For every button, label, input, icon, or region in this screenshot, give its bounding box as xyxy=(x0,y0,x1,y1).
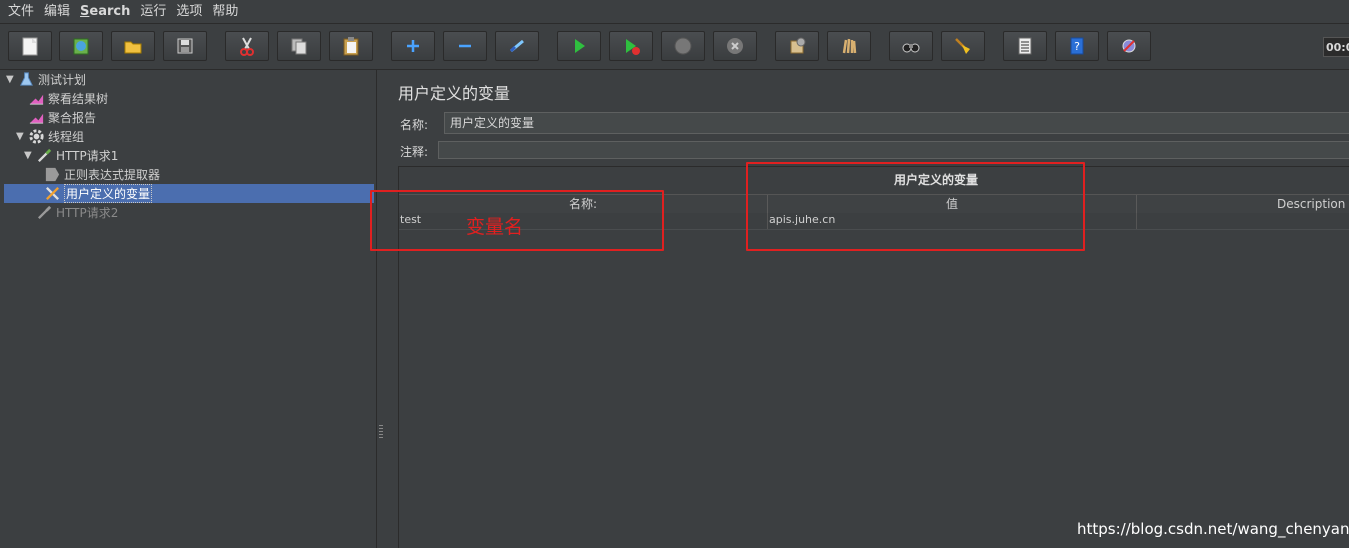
start-no-pauses-icon xyxy=(626,39,640,55)
regex-extractor-icon xyxy=(43,166,61,184)
menu-search[interactable]: Search xyxy=(75,0,135,24)
tree-item-label: 线程组 xyxy=(48,130,85,144)
new-button[interactable] xyxy=(8,31,52,61)
name-label: 名称: xyxy=(400,118,429,132)
tree-item-label: 察看结果树 xyxy=(48,92,109,106)
stop-icon xyxy=(674,37,692,55)
tree-item-thread-group[interactable]: ▼ 线程组 xyxy=(16,127,84,146)
expand-arrow-icon[interactable]: ▼ xyxy=(16,131,27,142)
expand-all-button[interactable] xyxy=(391,31,435,61)
elapsed-timer: 00:00 xyxy=(1323,37,1349,57)
http-sampler-pipette-icon xyxy=(35,147,53,165)
test-plan-tree: ▼ 测试计划 察看结果树 聚合报告 ▼ 线程组 ▼ HTTP请求1 正则表达式提… xyxy=(0,70,377,548)
help-icon: ? xyxy=(1070,37,1084,55)
cut-icon xyxy=(240,37,254,56)
menu-edit[interactable]: 编辑 xyxy=(39,0,75,24)
search-binoculars-icon xyxy=(902,43,920,53)
tree-item-label: 用户定义的变量 xyxy=(64,184,153,203)
templates-icon xyxy=(73,38,89,55)
tree-item-label: HTTP请求1 xyxy=(56,149,119,163)
start-icon xyxy=(575,39,585,53)
open-button[interactable] xyxy=(111,31,155,61)
start-no-pauses-button[interactable] xyxy=(609,31,653,61)
tree-item-regex-extractor[interactable]: 正则表达式提取器 xyxy=(43,165,160,184)
menu-bar: 文件 编辑 Search 运行 选项 帮助 xyxy=(0,0,1349,24)
tree-item-label: 测试计划 xyxy=(38,73,87,87)
copy-icon xyxy=(291,38,307,55)
tree-item-user-variables[interactable]: 用户定义的变量 xyxy=(4,184,374,203)
jmeter-window: 文件 编辑 Search 运行 选项 帮助 ? 00: ▼ 测试计划 察看结果树… xyxy=(0,0,1349,548)
test-plan-icon xyxy=(17,71,35,89)
tree-item-aggregate-report[interactable]: 聚合报告 xyxy=(27,108,96,127)
paste-button[interactable] xyxy=(329,31,373,61)
expand-all-icon xyxy=(407,40,419,52)
remote-icon xyxy=(1122,39,1136,53)
tree-item-http-request-2[interactable]: HTTP请求2 xyxy=(35,203,118,222)
menu-help[interactable]: 帮助 xyxy=(207,0,243,24)
save-icon xyxy=(177,38,193,54)
expand-arrow-icon[interactable]: ▼ xyxy=(24,150,35,161)
user-variables-tools-icon xyxy=(43,185,61,203)
copy-button[interactable] xyxy=(277,31,321,61)
column-header-description[interactable]: Description xyxy=(1137,195,1349,213)
paste-icon xyxy=(343,37,359,56)
comment-label: 注释: xyxy=(400,145,429,159)
toggle-button[interactable] xyxy=(495,31,539,61)
tree-item-label: 聚合报告 xyxy=(48,111,97,125)
tree-item-label: HTTP请求2 xyxy=(56,206,119,220)
shutdown-button[interactable] xyxy=(713,31,757,61)
menu-file[interactable]: 文件 xyxy=(3,0,39,24)
reset-search-button[interactable] xyxy=(941,31,985,61)
clear-button[interactable] xyxy=(775,31,819,61)
variables-table-body: test apis.juhe.cn xyxy=(399,213,1349,548)
aggregate-report-icon xyxy=(27,109,45,127)
collapse-all-button[interactable] xyxy=(443,31,487,61)
clear-icon xyxy=(790,37,806,54)
shutdown-icon xyxy=(727,38,743,54)
help-button[interactable]: ? xyxy=(1055,31,1099,61)
comment-field[interactable] xyxy=(438,141,1349,159)
function-helper-icon xyxy=(1018,37,1032,55)
tree-item-test-plan[interactable]: ▼ 测试计划 xyxy=(6,70,86,89)
new-icon xyxy=(22,37,38,56)
thread-group-gear-icon xyxy=(27,128,45,146)
reset-search-broom-icon xyxy=(955,38,970,54)
tree-item-http-request-1[interactable]: ▼ HTTP请求1 xyxy=(24,146,118,165)
user-variables-panel: 用户定义的变量 名称: 用户定义的变量 注释: 用户定义的变量 名称: 值 De… xyxy=(386,70,1349,548)
tree-item-label: 正则表达式提取器 xyxy=(64,168,161,182)
open-icon xyxy=(124,41,142,54)
cut-button[interactable] xyxy=(225,31,269,61)
menu-run[interactable]: 运行 xyxy=(135,0,171,24)
menu-options[interactable]: 选项 xyxy=(171,0,207,24)
panel-title: 用户定义的变量 xyxy=(398,84,511,103)
clear-all-button[interactable] xyxy=(827,31,871,61)
toolbar: ? 00:00 xyxy=(0,25,1349,70)
search-button[interactable] xyxy=(889,31,933,61)
tree-item-results-tree[interactable]: 察看结果树 xyxy=(27,89,108,108)
clear-all-icon xyxy=(842,38,857,54)
save-button[interactable] xyxy=(163,31,207,61)
annotation-box-value xyxy=(746,162,1085,251)
stop-button[interactable] xyxy=(661,31,705,61)
svg-text:?: ? xyxy=(1074,40,1080,53)
annotation-text: 变量名 xyxy=(466,216,524,238)
templates-button[interactable] xyxy=(59,31,103,61)
collapse-all-icon xyxy=(459,44,471,48)
panel-splitter[interactable] xyxy=(377,70,385,548)
cell-description[interactable] xyxy=(1137,213,1349,229)
remote-button[interactable] xyxy=(1107,31,1151,61)
expand-arrow-icon[interactable]: ▼ xyxy=(6,74,17,85)
watermark: https://blog.csdn.net/wang_chenyang xyxy=(1077,520,1349,538)
http-sampler-pipette-icon xyxy=(35,204,53,222)
results-tree-icon xyxy=(27,90,45,108)
toggle-icon xyxy=(509,39,524,53)
start-button[interactable] xyxy=(557,31,601,61)
function-helper-button[interactable] xyxy=(1003,31,1047,61)
splitter-grip-icon[interactable] xyxy=(379,425,383,439)
name-field[interactable]: 用户定义的变量 xyxy=(444,112,1349,134)
